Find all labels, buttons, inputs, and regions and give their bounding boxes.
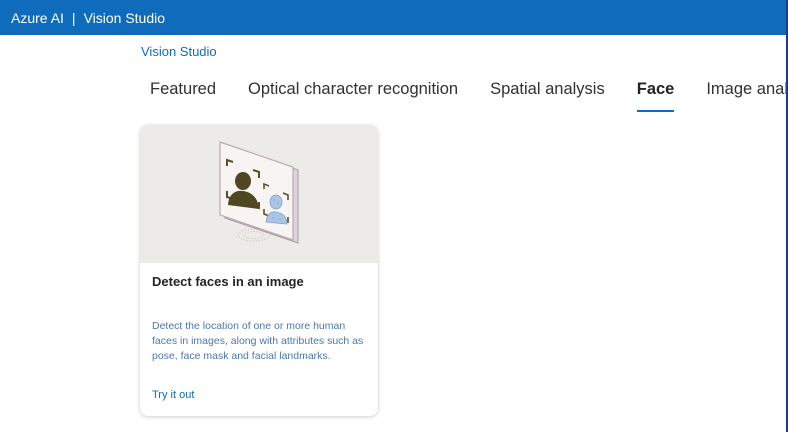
breadcrumb-vision-studio[interactable]: Vision Studio (141, 44, 217, 59)
vision-studio-page: Azure AI | Vision Studio Vision Studio F… (0, 0, 788, 432)
card-title: Detect faces in an image (152, 274, 304, 289)
tab-optical-character-recognition[interactable]: Optical character recognition (232, 72, 474, 112)
card-description: Detect the location of one or more human… (152, 320, 364, 362)
tab-image-analysis[interactable]: Image analysis (690, 72, 786, 112)
detect-faces-card[interactable]: Detect faces in an image Detect the loca… (140, 125, 378, 416)
tab-face[interactable]: Face (621, 72, 691, 112)
card-image (140, 125, 378, 263)
brand-name[interactable]: Azure AI (0, 10, 64, 26)
header-separator: | (71, 9, 76, 26)
tab-spatial-analysis[interactable]: Spatial analysis (474, 72, 621, 112)
try-it-out-link[interactable]: Try it out (152, 389, 194, 401)
tab-bar: Featured Optical character recognition S… (134, 72, 786, 112)
top-bar: Azure AI | Vision Studio (0, 0, 786, 35)
product-name[interactable]: Vision Studio (84, 10, 165, 26)
tab-featured[interactable]: Featured (134, 72, 232, 112)
face-detection-illustration-icon (219, 141, 299, 244)
